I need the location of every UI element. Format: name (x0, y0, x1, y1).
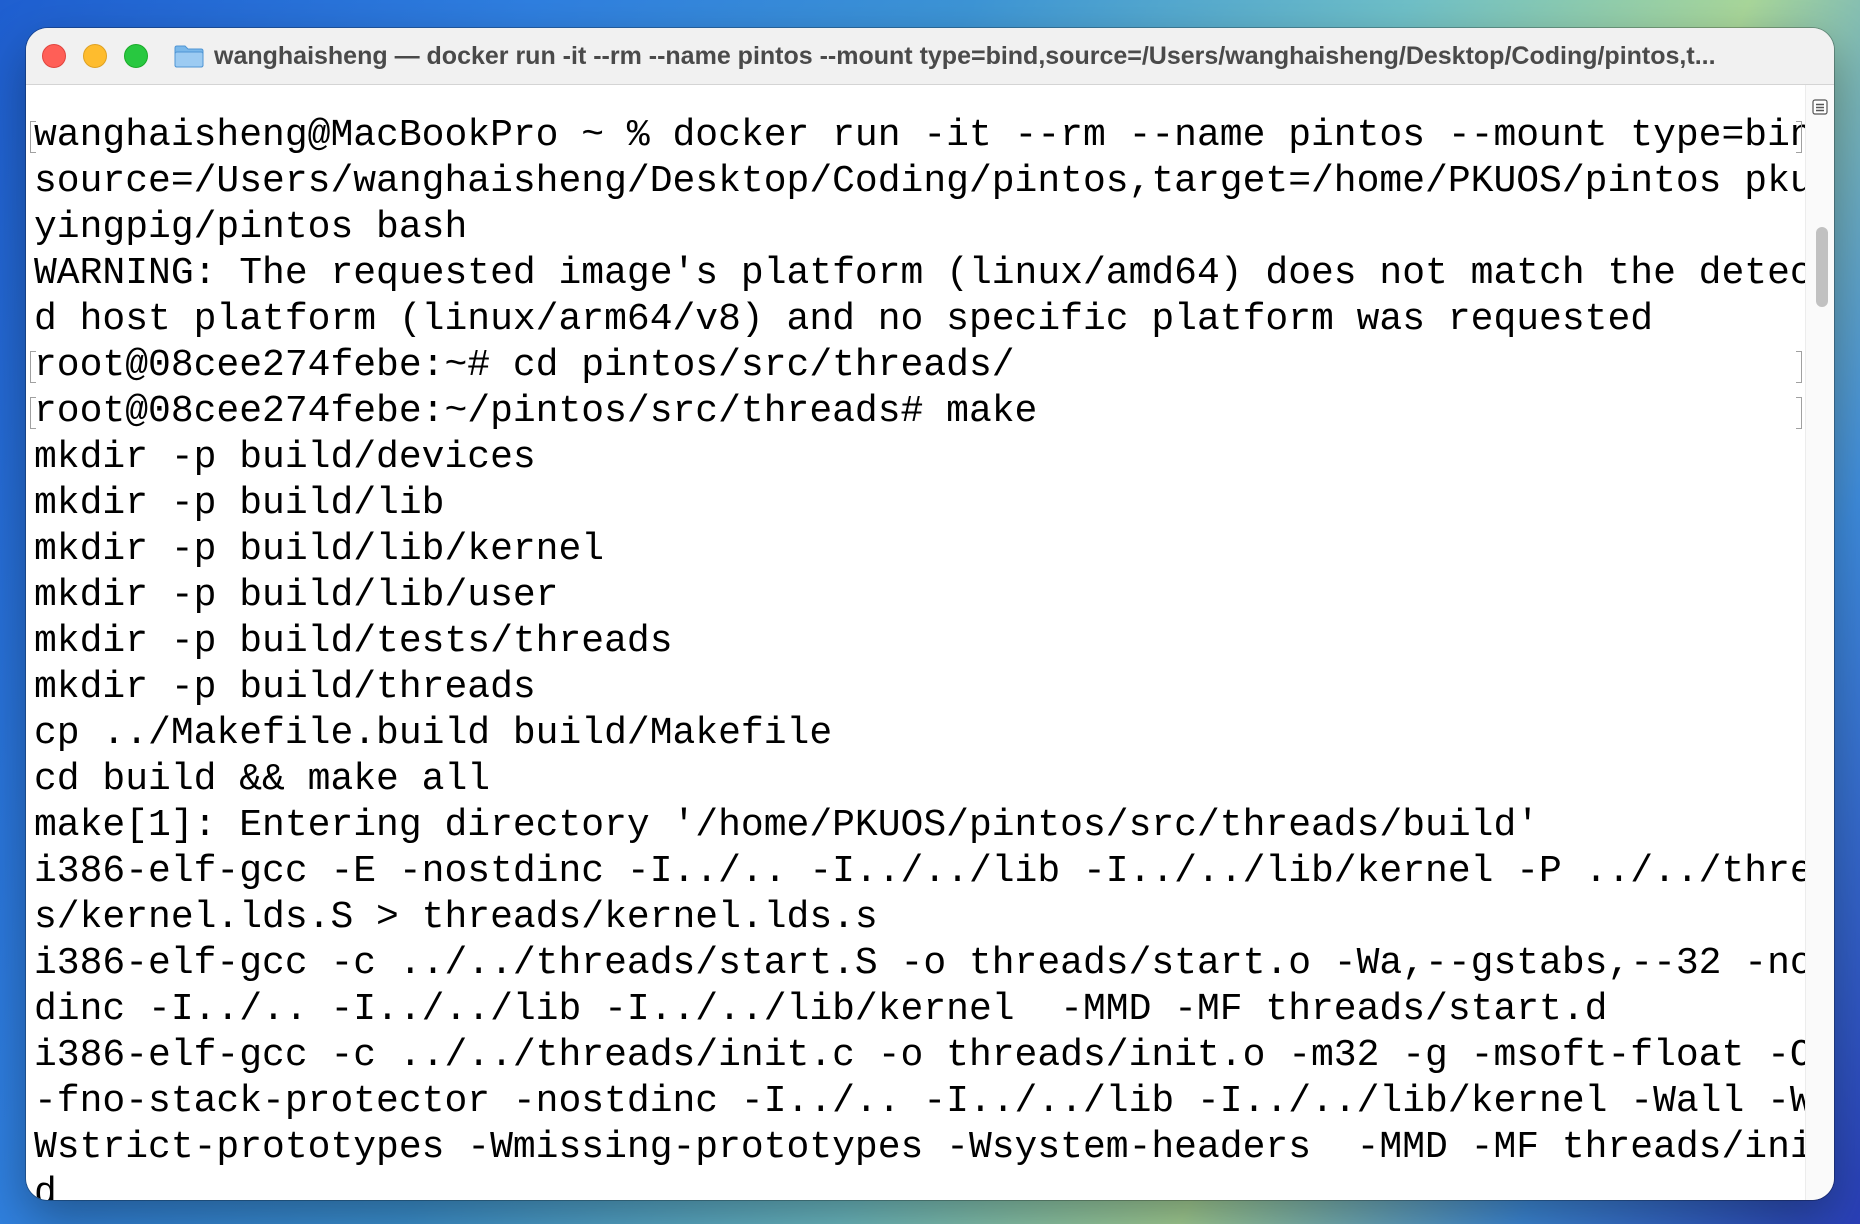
terminal-line: -fno-stack-protector -nostdinc -I../.. -… (34, 1080, 1806, 1123)
terminal-line: mkdir -p build/tests/threads (34, 620, 673, 663)
terminal-line: dinc -I../.. -I../../lib -I../../lib/ker… (34, 988, 1608, 1031)
minimize-button[interactable] (83, 44, 107, 68)
terminal-line: cd build && make all (34, 758, 491, 801)
terminal-line: s/kernel.lds.S > threads/kernel.lds.s (34, 896, 878, 939)
terminal-line: i386-elf-gcc -c ../../threads/start.S -o… (34, 942, 1806, 985)
terminal-line: Wstrict-prototypes -Wmissing-prototypes … (34, 1126, 1806, 1169)
terminal-line: mkdir -p build/lib/user (34, 574, 559, 617)
window-title: wanghaisheng — docker run -it --rm --nam… (214, 41, 1716, 70)
terminal-output[interactable]: wanghaisheng@MacBookPro ~ % docker run -… (26, 85, 1806, 1200)
terminal-line: make[1]: Entering directory '/home/PKUOS… (34, 804, 1540, 847)
title-bar[interactable]: wanghaisheng — docker run -it --rm --nam… (26, 28, 1834, 85)
terminal-line: source=/Users/wanghaisheng/Desktop/Codin… (34, 160, 1806, 203)
terminal-line: WARNING: The requested image's platform … (34, 252, 1806, 295)
close-button[interactable] (42, 44, 66, 68)
terminal-line: wanghaisheng@MacBookPro ~ % docker run -… (30, 114, 1806, 157)
terminal-line: mkdir -p build/threads (34, 666, 536, 709)
window-controls (42, 44, 148, 68)
terminal-line: cp ../Makefile.build build/Makefile (34, 712, 833, 755)
vertical-scrollbar[interactable] (1805, 85, 1834, 1200)
terminal-line: mkdir -p build/devices (34, 436, 536, 479)
terminal-line: yingpig/pintos bash (34, 206, 468, 249)
folder-icon (174, 45, 204, 68)
window-title-group: wanghaisheng — docker run -it --rm --nam… (174, 42, 1814, 71)
terminal-line: d host platform (linux/arm64/v8) and no … (34, 298, 1654, 341)
terminal-line: root@08cee274febe:~/pintos/src/threads# … (30, 389, 1806, 435)
terminal-line: d (34, 1172, 57, 1200)
terminal-line: i386-elf-gcc -E -nostdinc -I../.. -I../.… (34, 850, 1806, 893)
terminal-line: root@08cee274febe:~# cd pintos/src/threa… (30, 343, 1806, 389)
terminal-lines: wanghaisheng@MacBookPro ~ % docker run -… (30, 113, 1806, 1200)
terminal-window: wanghaisheng — docker run -it --rm --nam… (26, 28, 1834, 1200)
marks-icon[interactable] (1812, 99, 1828, 115)
terminal-line: mkdir -p build/lib (34, 482, 445, 525)
terminal-line: i386-elf-gcc -c ../../threads/init.c -o … (34, 1034, 1806, 1077)
terminal-line: mkdir -p build/lib/kernel (34, 528, 605, 571)
scrollbar-thumb[interactable] (1816, 227, 1828, 307)
zoom-button[interactable] (124, 44, 148, 68)
